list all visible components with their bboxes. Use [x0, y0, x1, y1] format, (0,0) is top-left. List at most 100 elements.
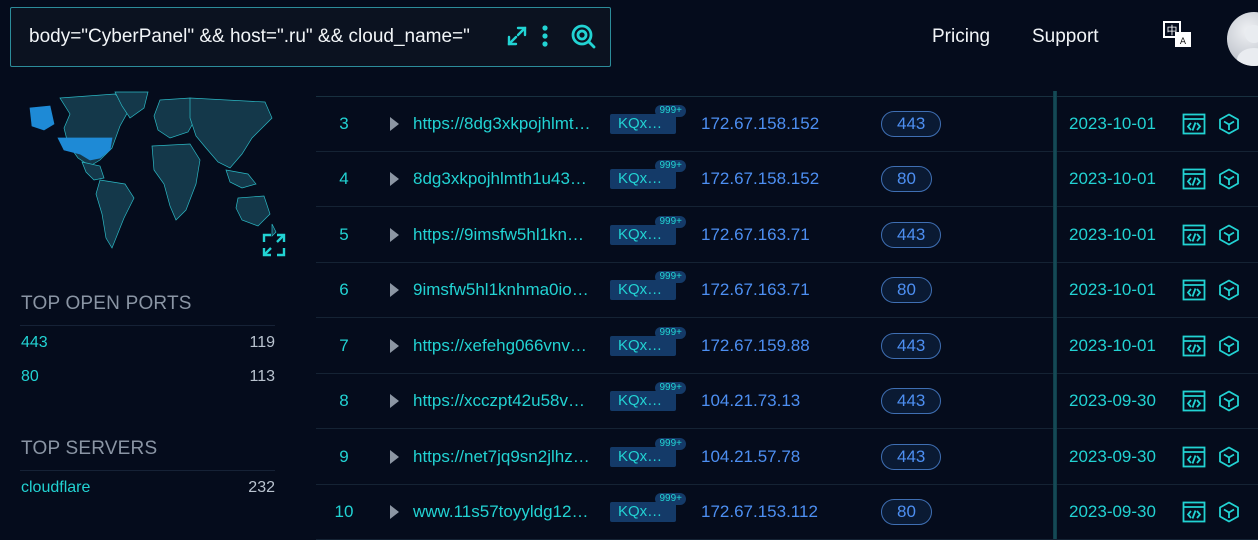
row-tag-cell: KQx…999+ [610, 263, 676, 318]
fingerprint-tag[interactable]: KQx…999+ [610, 280, 676, 300]
expand-icon[interactable] [503, 22, 531, 50]
cube-icon[interactable] [1218, 168, 1240, 190]
port-pill[interactable]: 443 [881, 222, 941, 248]
row-ip-link[interactable]: 172.67.163.71 [701, 207, 810, 262]
tag-count-badge: 999+ [655, 105, 686, 117]
tag-count-badge: 999+ [655, 271, 686, 283]
fingerprint-tag[interactable]: KQx…999+ [610, 336, 676, 356]
row-ip-link[interactable]: 172.67.163.71 [701, 263, 810, 318]
row-url-link[interactable]: https://net7jq9sn2jlhz… [413, 429, 593, 484]
more-options-icon[interactable] [539, 22, 551, 50]
expand-row-icon[interactable] [388, 263, 402, 318]
row-port-cell: 80 [881, 263, 932, 318]
row-port-cell: 443 [881, 318, 941, 373]
nav-support[interactable]: Support [1032, 26, 1099, 48]
cube-icon[interactable] [1218, 390, 1240, 412]
table-row[interactable]: 7 https://xefehg066vnv… KQx…999+ 172.67.… [316, 318, 1258, 374]
code-view-icon[interactable] [1182, 335, 1206, 357]
table-row[interactable]: 9 https://net7jq9sn2jlhz… KQx…999+ 104.2… [316, 429, 1258, 485]
row-port-cell: 443 [881, 207, 941, 262]
expand-row-icon[interactable] [388, 374, 402, 429]
search-input[interactable] [29, 8, 491, 66]
port-stat-key[interactable]: 443 [21, 334, 48, 352]
cube-icon[interactable] [1218, 113, 1240, 135]
code-view-icon[interactable] [1182, 168, 1206, 190]
port-pill[interactable]: 443 [881, 111, 941, 137]
row-ip-link[interactable]: 172.67.158.152 [701, 96, 819, 151]
code-view-icon[interactable] [1182, 224, 1206, 246]
row-ip-link[interactable]: 104.21.57.78 [701, 429, 800, 484]
code-view-icon[interactable] [1182, 113, 1206, 135]
port-stat-key[interactable]: 80 [21, 368, 39, 386]
row-date: 2023-10-01 [1069, 207, 1156, 262]
nav-pricing[interactable]: Pricing [932, 26, 990, 48]
row-ip-link[interactable]: 172.67.159.88 [701, 318, 810, 373]
table-row[interactable]: 6 9imsfw5hl1knhma0io… KQx…999+ 172.67.16… [316, 263, 1258, 319]
row-url-link[interactable]: www.11s57toyyldg12… [413, 485, 593, 540]
port-stat-row: 443 119 [21, 334, 275, 352]
code-view-icon[interactable] [1182, 501, 1206, 523]
row-date: 2023-09-30 [1069, 429, 1156, 484]
fingerprint-tag[interactable]: KQx…999+ [610, 169, 676, 189]
row-url-link[interactable]: https://xcczpt42u58v… [413, 374, 593, 429]
port-stat-count: 113 [249, 368, 275, 386]
port-pill[interactable]: 443 [881, 333, 941, 359]
row-port-cell: 443 [881, 429, 941, 484]
fingerprint-tag[interactable]: KQx…999+ [610, 502, 676, 522]
search-icon[interactable] [569, 22, 597, 50]
cube-icon[interactable] [1218, 335, 1240, 357]
fingerprint-tag[interactable]: KQx…999+ [610, 114, 676, 134]
cube-icon[interactable] [1218, 501, 1240, 523]
fingerprint-tag[interactable]: KQx…999+ [610, 447, 676, 467]
fingerprint-tag[interactable]: KQx…999+ [610, 225, 676, 245]
row-actions [1182, 485, 1240, 540]
row-url-link[interactable]: https://xefehg066vnv… [413, 318, 593, 373]
port-pill[interactable]: 80 [881, 499, 932, 525]
row-ip-link[interactable]: 104.21.73.13 [701, 374, 800, 429]
tag-count-badge: 999+ [655, 216, 686, 228]
expand-row-icon[interactable] [388, 96, 402, 151]
table-row[interactable]: 5 https://9imsfw5hl1kn… KQx…999+ 172.67.… [316, 207, 1258, 263]
row-url-link[interactable]: https://9imsfw5hl1kn… [413, 207, 593, 262]
row-ip-link[interactable]: 172.67.158.152 [701, 152, 819, 207]
port-stat-count: 119 [249, 334, 275, 352]
table-row[interactable]: 8 https://xcczpt42u58v… KQx…999+ 104.21.… [316, 374, 1258, 430]
code-view-icon[interactable] [1182, 390, 1206, 412]
row-actions [1182, 263, 1240, 318]
world-map[interactable] [20, 88, 280, 260]
map-fullscreen-icon[interactable] [262, 233, 286, 257]
port-pill[interactable]: 443 [881, 444, 941, 470]
row-url-link[interactable]: https://8dg3xkpojhlmt… [413, 96, 593, 151]
row-tag-cell: KQx…999+ [610, 207, 676, 262]
cube-icon[interactable] [1218, 279, 1240, 301]
cube-icon[interactable] [1218, 446, 1240, 468]
fingerprint-tag[interactable]: KQx…999+ [610, 391, 676, 411]
table-row[interactable]: 10 www.11s57toyyldg12… KQx…999+ 172.67.1… [316, 485, 1258, 540]
row-tag-cell: KQx…999+ [610, 318, 676, 373]
code-view-icon[interactable] [1182, 279, 1206, 301]
server-stat-row: cloudflare 232 [21, 479, 275, 497]
table-row[interactable]: 4 8dg3xkpojhlmth1u43… KQx…999+ 172.67.15… [316, 152, 1258, 208]
cube-icon[interactable] [1218, 224, 1240, 246]
code-view-icon[interactable] [1182, 446, 1206, 468]
table-row[interactable]: 3 https://8dg3xkpojhlmt… KQx…999+ 172.67… [316, 96, 1258, 152]
row-date: 2023-10-01 [1069, 263, 1156, 318]
avatar[interactable] [1227, 12, 1258, 66]
expand-row-icon[interactable] [388, 318, 402, 373]
search-actions [503, 22, 597, 50]
port-pill[interactable]: 443 [881, 388, 941, 414]
expand-row-icon[interactable] [388, 207, 402, 262]
row-ip-link[interactable]: 172.67.153.112 [701, 485, 818, 540]
port-pill[interactable]: 80 [881, 277, 932, 303]
column-resize-handle[interactable] [1053, 91, 1057, 539]
row-index: 10 [316, 485, 372, 540]
row-url-link[interactable]: 8dg3xkpojhlmth1u43… [413, 152, 593, 207]
tag-count-badge: 999+ [655, 493, 686, 505]
server-stat-key[interactable]: cloudflare [21, 479, 90, 497]
expand-row-icon[interactable] [388, 429, 402, 484]
translate-icon[interactable]: 中 A [1163, 21, 1193, 49]
expand-row-icon[interactable] [388, 485, 402, 540]
expand-row-icon[interactable] [388, 152, 402, 207]
port-pill[interactable]: 80 [881, 166, 932, 192]
row-url-link[interactable]: 9imsfw5hl1knhma0io… [413, 263, 593, 318]
